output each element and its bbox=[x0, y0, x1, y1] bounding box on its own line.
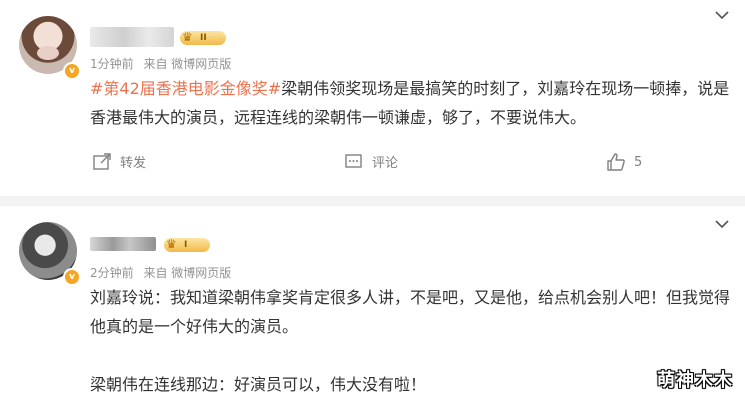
comment-icon bbox=[344, 153, 364, 171]
post-paragraph: 刘嘉玲说：我知道梁朝伟拿奖肯定很多人讲，不是吧，又是他，给点机会别人吧！但我觉得… bbox=[90, 288, 731, 336]
post-card: v ♛ II 1分钟前 来自 微博网页版 #第42届香港电影金像奖#梁朝伟领奖现… bbox=[0, 0, 745, 196]
crown-icon: ♛ bbox=[166, 237, 177, 251]
crown-icon: ♛ bbox=[182, 30, 193, 44]
watermark-text: 萌神木木 bbox=[657, 370, 733, 391]
repost-button[interactable]: 转发 bbox=[92, 152, 146, 171]
level-text: II bbox=[200, 33, 207, 43]
verified-badge-icon: v bbox=[63, 268, 81, 286]
topic-hashtag-link[interactable]: #第42届香港电影金像奖# bbox=[90, 79, 281, 98]
action-bar: 转发 评论 5 bbox=[0, 148, 745, 176]
post-source: 来自 微博网页版 bbox=[143, 57, 232, 71]
repost-icon bbox=[92, 152, 112, 171]
post-paragraph: 梁朝伟在连线那边：好演员可以，伟大没有啦！ bbox=[90, 375, 427, 394]
post-time[interactable]: 2分钟前 bbox=[90, 266, 134, 280]
post-source: 来自 微博网页版 bbox=[143, 266, 232, 280]
avatar-wrapper[interactable]: v bbox=[19, 16, 81, 80]
more-options-chevron-icon[interactable] bbox=[715, 8, 729, 24]
comment-label: 评论 bbox=[372, 156, 399, 171]
post-meta: 1分钟前 来自 微博网页版 bbox=[90, 55, 237, 72]
post-content: 刘嘉玲说：我知道梁朝伟拿奖肯定很多人讲，不是吧，又是他，给点机会别人吧！但我觉得… bbox=[90, 283, 735, 399]
comment-button[interactable]: 评论 bbox=[344, 152, 398, 171]
repost-label: 转发 bbox=[120, 156, 147, 171]
more-options-chevron-icon[interactable] bbox=[715, 217, 729, 233]
level-text: I bbox=[184, 240, 188, 250]
avatar-wrapper[interactable]: v bbox=[19, 222, 81, 286]
post-separator bbox=[0, 196, 745, 206]
post-content: #第42届香港电影金像奖#梁朝伟领奖现场是最搞笑的时刻了，刘嘉玲在现场一顿捧，说… bbox=[90, 74, 735, 132]
username-redacted[interactable] bbox=[90, 237, 156, 251]
user-level-badge: ♛ I bbox=[164, 237, 210, 252]
thumbs-up-icon bbox=[606, 152, 626, 172]
post-time[interactable]: 1分钟前 bbox=[90, 57, 134, 71]
like-count: 5 bbox=[634, 154, 643, 170]
user-level-badge: ♛ II bbox=[180, 30, 226, 45]
username-redacted[interactable] bbox=[90, 27, 174, 47]
like-button[interactable]: 5 bbox=[606, 152, 642, 172]
verified-badge-icon: v bbox=[63, 62, 81, 80]
post-meta: 2分钟前 来自 微博网页版 bbox=[90, 264, 237, 281]
